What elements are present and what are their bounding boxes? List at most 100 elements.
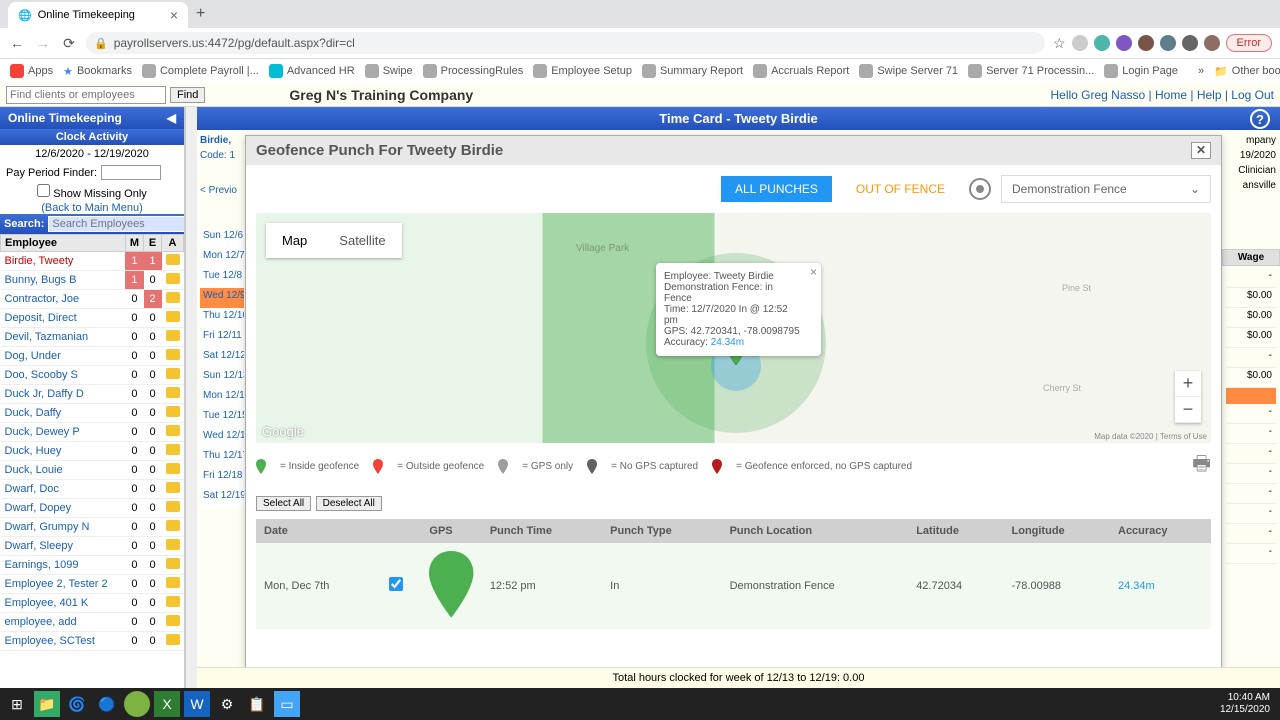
bookmark-item[interactable]: Complete Payroll |...	[142, 64, 259, 78]
date-row[interactable]: Wed 12/16	[200, 428, 244, 448]
employee-row[interactable]: Employee 2, Tester 200	[1, 575, 184, 594]
taskbar-app-icon[interactable]: 🌀	[64, 691, 90, 717]
employee-row[interactable]: Contractor, Joe02	[1, 290, 184, 309]
date-row[interactable]: Fri 12/11	[200, 328, 244, 348]
taskbar-app-icon[interactable]: 📋	[244, 691, 270, 717]
employee-row[interactable]: Deposit, Direct00	[1, 309, 184, 328]
excel-icon[interactable]: X	[154, 691, 180, 717]
taskbar-app-icon[interactable]: ▭	[274, 691, 300, 717]
word-icon[interactable]: W	[184, 691, 210, 717]
date-row[interactable]: Thu 12/17	[200, 448, 244, 468]
punch-checkbox[interactable]	[389, 577, 403, 591]
settings-icon[interactable]: ⚙	[214, 691, 240, 717]
date-row[interactable]: Thu 12/10	[200, 308, 244, 328]
target-icon[interactable]	[969, 178, 991, 200]
info-close-icon[interactable]: ×	[810, 265, 817, 279]
bookmark-item[interactable]: Accruals Report	[753, 64, 849, 78]
employee-row[interactable]: Dwarf, Dopey00	[1, 499, 184, 518]
all-punches-button[interactable]: ALL PUNCHES	[721, 176, 832, 202]
bookmark-item[interactable]: ProcessingRules	[423, 64, 524, 78]
employee-row[interactable]: Bunny, Bugs B10	[1, 271, 184, 290]
chrome-icon[interactable]: 🔵	[94, 691, 120, 717]
employee-row[interactable]: Duck, Dewey P00	[1, 423, 184, 442]
select-all-button[interactable]: Select All	[256, 496, 311, 511]
bookmark-item[interactable]: Employee Setup	[533, 64, 632, 78]
out-of-fence-button[interactable]: OUT OF FENCE	[842, 176, 959, 202]
employee-row[interactable]: Dwarf, Doc00	[1, 480, 184, 499]
close-icon[interactable]: ×	[170, 7, 178, 23]
back-button[interactable]: ←	[8, 34, 26, 52]
employee-row[interactable]: Dwarf, Sleepy00	[1, 537, 184, 556]
date-row[interactable]: Mon 12/14	[200, 388, 244, 408]
pay-period-input[interactable]	[101, 165, 161, 180]
back-to-main-link[interactable]: (Back to Main Menu)	[0, 202, 184, 214]
employee-row[interactable]: Birdie, Tweety11	[1, 252, 184, 271]
bookmark-item[interactable]: Swipe	[365, 64, 413, 78]
bookmark-item[interactable]: Server 71 Processin...	[968, 64, 1094, 78]
date-row[interactable]: Wed 12/9	[200, 288, 244, 308]
col-e[interactable]: E	[144, 235, 162, 252]
date-row[interactable]: Fri 12/18	[200, 468, 244, 488]
new-tab-button[interactable]: +	[188, 0, 213, 28]
search-employees-input[interactable]	[48, 216, 185, 232]
employee-row[interactable]: Doo, Scooby S00	[1, 366, 184, 385]
date-row[interactable]: Sun 12/6	[200, 228, 244, 248]
show-missing-checkbox[interactable]	[37, 184, 50, 197]
collapse-icon[interactable]: ◀	[167, 111, 176, 125]
start-button[interactable]: ⊞	[4, 691, 30, 717]
bookmark-star-icon[interactable]: ☆	[1053, 35, 1066, 52]
print-icon[interactable]: 🖶	[1192, 449, 1211, 483]
ext-icon[interactable]	[1182, 35, 1198, 51]
bookmark-overflow[interactable]: »	[1198, 65, 1204, 77]
ext-icon[interactable]	[1116, 35, 1132, 51]
ext-icon[interactable]	[1160, 35, 1176, 51]
browser-tab[interactable]: 🌐 Online Timekeeping ×	[8, 2, 188, 28]
employee-row[interactable]: Earnings, 109900	[1, 556, 184, 575]
avatar-icon[interactable]	[1204, 35, 1220, 51]
employee-row[interactable]: Duck, Louie00	[1, 461, 184, 480]
map-area[interactable]: Map Satellite Village Park Pine St Cherr…	[256, 213, 1211, 443]
ext-icon[interactable]	[1072, 35, 1088, 51]
map-tab[interactable]: Map	[266, 223, 323, 258]
zoom-in-button[interactable]: +	[1175, 371, 1201, 397]
zoom-out-button[interactable]: −	[1175, 397, 1201, 423]
find-button[interactable]: Find	[170, 87, 205, 103]
date-row[interactable]: Sun 12/13	[200, 368, 244, 388]
sidebar-header[interactable]: Online Timekeeping◀	[0, 107, 184, 129]
bookmark-item[interactable]: Swipe Server 71	[859, 64, 958, 78]
col-m[interactable]: M	[125, 235, 143, 252]
bookmark-item[interactable]: Summary Report	[642, 64, 743, 78]
taskbar-clock[interactable]: 10:40 AM12/15/2020	[1220, 692, 1276, 716]
employee-row[interactable]: Employee, SCTest00	[1, 632, 184, 651]
deselect-all-button[interactable]: Deselect All	[316, 496, 382, 511]
error-button[interactable]: Error	[1226, 34, 1272, 52]
bookmark-item[interactable]: ★Bookmarks	[63, 65, 132, 78]
date-row[interactable]: Tue 12/15	[200, 408, 244, 428]
employee-row[interactable]: Dwarf, Grumpy N00	[1, 518, 184, 537]
date-row[interactable]: Sat 12/19	[200, 488, 244, 508]
url-box[interactable]: 🔒 payrollservers.us:4472/pg/default.aspx…	[86, 32, 1045, 54]
employee-row[interactable]: Dog, Under00	[1, 347, 184, 366]
forward-button[interactable]: →	[34, 34, 52, 52]
bookmark-item[interactable]: Login Page	[1104, 64, 1178, 78]
find-input[interactable]	[6, 86, 166, 104]
ext-icon[interactable]	[1138, 35, 1154, 51]
sidebar-scrollbar[interactable]	[185, 107, 197, 688]
col-employee[interactable]: Employee	[1, 235, 126, 252]
file-explorer-icon[interactable]: 📁	[34, 691, 60, 717]
employee-row[interactable]: Duck, Huey00	[1, 442, 184, 461]
date-row[interactable]: Mon 12/7	[200, 248, 244, 268]
date-row[interactable]: Tue 12/8	[200, 268, 244, 288]
punch-row[interactable]: Mon, Dec 7th 12:52 pm In Demonstration F…	[256, 543, 1211, 629]
logout-link[interactable]: Log Out	[1231, 88, 1274, 102]
date-row[interactable]: Sat 12/12	[200, 348, 244, 368]
col-a[interactable]: A	[162, 235, 184, 252]
employee-row[interactable]: employee, add00	[1, 613, 184, 632]
ext-icon[interactable]	[1094, 35, 1110, 51]
employee-row[interactable]: Devil, Tazmanian00	[1, 328, 184, 347]
other-bookmarks[interactable]: 📁Other bookmarks	[1214, 65, 1280, 78]
satellite-tab[interactable]: Satellite	[323, 223, 401, 258]
bookmark-item[interactable]: Advanced HR	[269, 64, 355, 78]
map-footer[interactable]: Map data ©2020 | Terms of Use	[1094, 432, 1207, 441]
reload-button[interactable]: ⟳	[60, 34, 78, 52]
